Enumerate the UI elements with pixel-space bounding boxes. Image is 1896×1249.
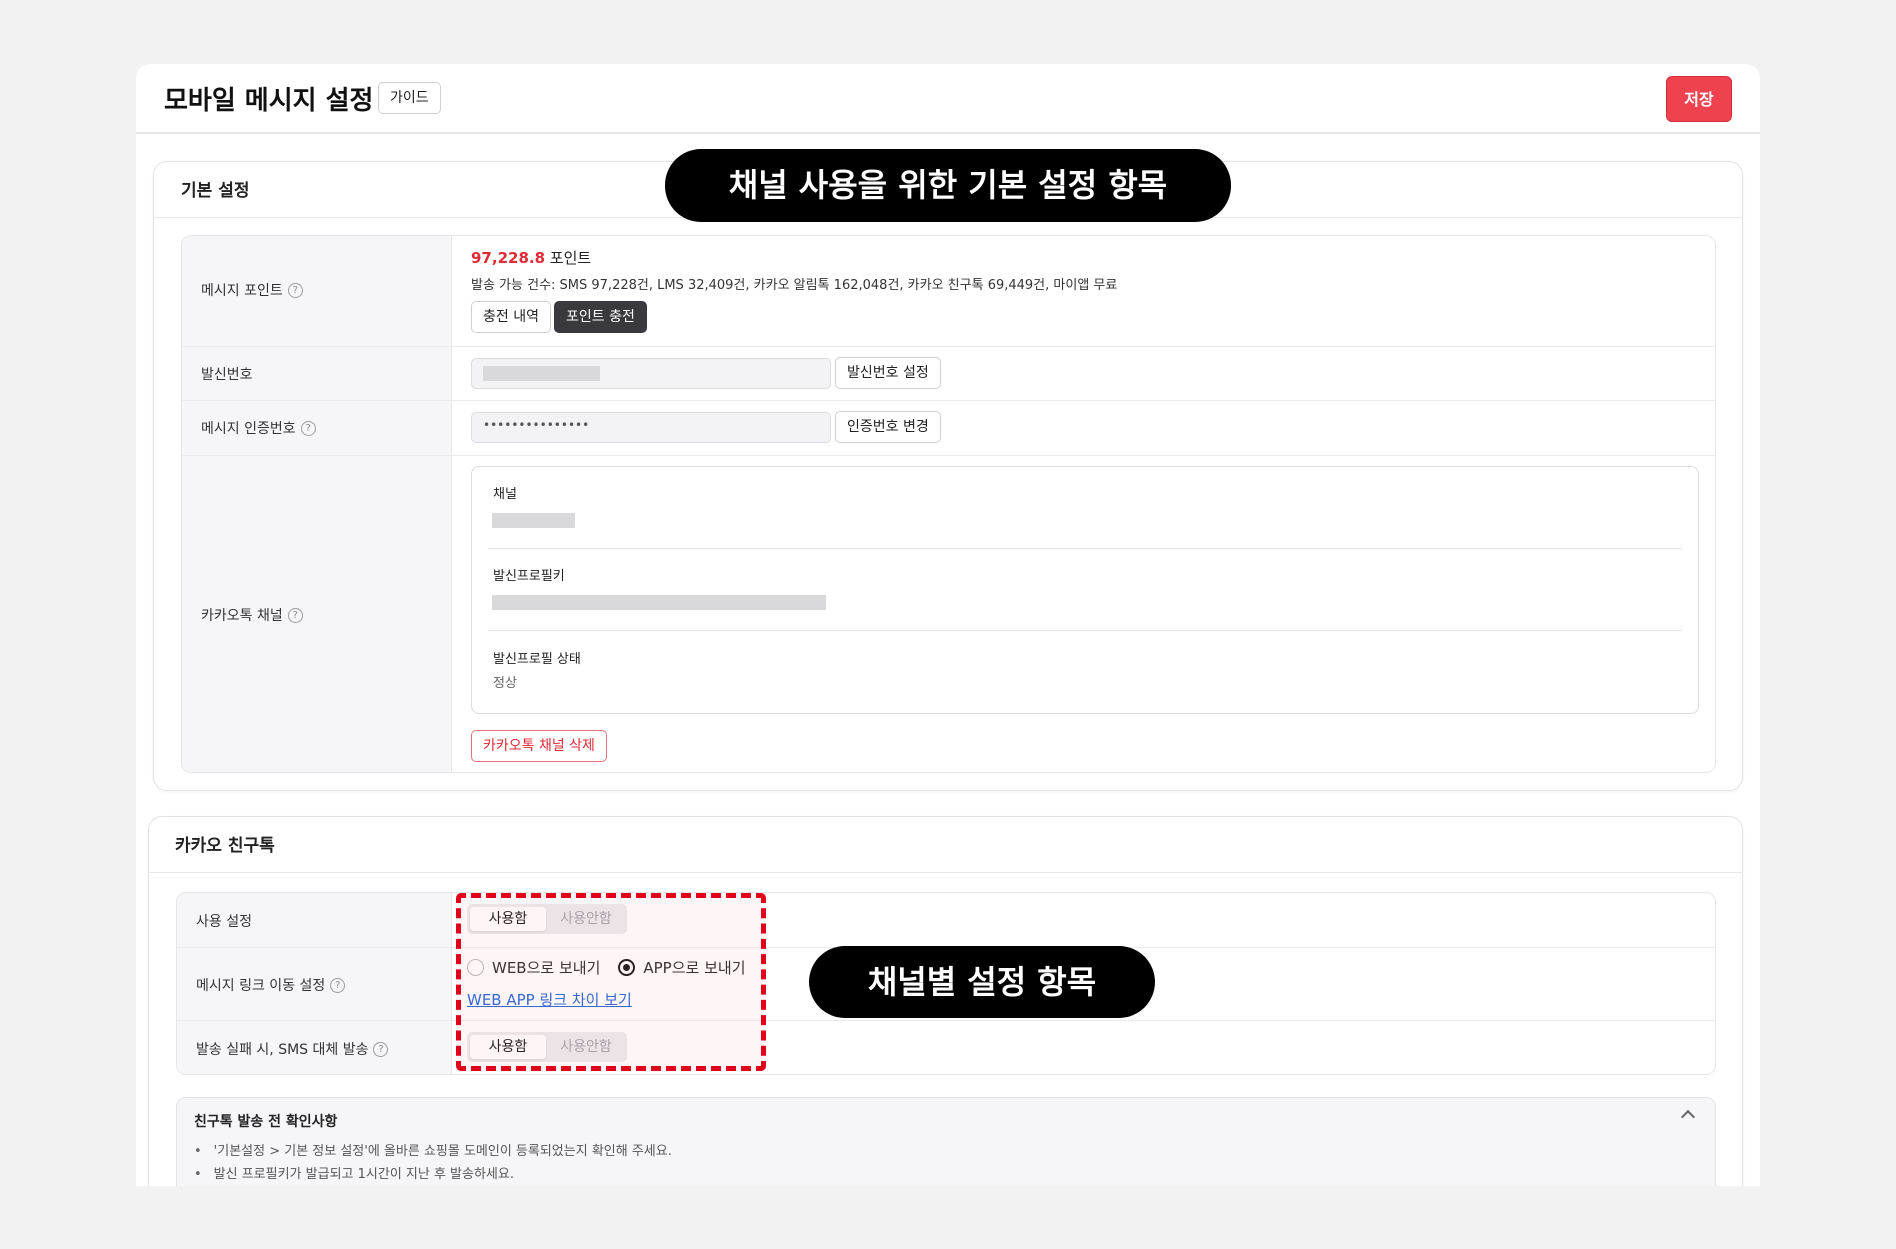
kakao-channel-info: 채널 발신프로필키 발신프로필 상태 정상 — [471, 466, 1699, 714]
label-column — [182, 236, 452, 772]
card-divider — [149, 872, 1742, 873]
notice-item: '기본설정 > 기본 정보 설정'에 올바른 쇼핑몰 도메인이 등록되었는지 확… — [194, 1140, 672, 1163]
channel-label: 채널 — [493, 487, 517, 502]
help-icon[interactable]: ? — [373, 1041, 389, 1057]
points-unit: 포인트 — [545, 249, 592, 267]
channel-masked-value — [492, 513, 575, 528]
guide-button[interactable]: 가이드 — [378, 82, 441, 114]
auth-value: ••••••••••••••• — [483, 418, 590, 432]
row-divider — [182, 400, 1715, 401]
auth-number-input[interactable]: ••••••••••••••• — [471, 412, 831, 443]
masked-value — [483, 366, 600, 381]
friendtalk-title: 카카오 친구톡 — [175, 836, 275, 856]
profile-key-label: 발신프로필키 — [493, 569, 565, 584]
basic-settings-title: 기본 설정 — [181, 181, 250, 201]
friendtalk-notice: 친구톡 발송 전 확인사항 '기본설정 > 기본 정보 설정'에 올바른 쇼핑몰… — [176, 1097, 1716, 1186]
usage-row-label: 사용 설정 — [196, 911, 252, 931]
points-number: 97,228.8 — [471, 249, 546, 267]
row-divider — [177, 1020, 1715, 1021]
auth-change-button[interactable]: 인증번호 변경 — [835, 411, 941, 443]
link-row-label: 메시지 링크 이동 설정 ? — [196, 975, 346, 995]
sender-number-input[interactable] — [471, 358, 831, 389]
charge-points-button[interactable]: 포인트 충전 — [554, 301, 647, 333]
save-button[interactable]: 저장 — [1666, 76, 1732, 122]
notice-list: '기본설정 > 기본 정보 설정'에 올바른 쇼핑몰 도메인이 등록되었는지 확… — [194, 1140, 672, 1186]
row-divider — [182, 455, 1715, 456]
points-balance: 97,228.8 포인트 — [471, 247, 591, 268]
charge-history-button[interactable]: 충전 내역 — [471, 301, 551, 333]
row-divider — [182, 346, 1715, 347]
points-detail: 발송 가능 건수: SMS 97,228건, LMS 32,409건, 카카오 … — [471, 278, 1118, 293]
basic-settings-callout: 채널 사용을 위한 기본 설정 항목 — [665, 149, 1231, 222]
points-label: 메시지 포인트 — [201, 283, 283, 299]
sms-fallback-label: 발송 실패 시, SMS 대체 발송 — [196, 1042, 369, 1058]
basic-settings-card: 기본 설정 메시지 포인트 ? 97,228.8 포인트 발송 가능 건수: S… — [153, 161, 1743, 791]
help-icon[interactable]: ? — [330, 977, 346, 993]
page-header: 모바일 메시지 설정 가이드 저장 — [136, 64, 1760, 134]
notice-item: 발신 프로필키가 발급되고 1시간이 지난 후 발송하세요. — [194, 1163, 672, 1186]
sender-setting-button[interactable]: 발신번호 설정 — [835, 357, 941, 389]
auth-label: 메시지 인증번호 — [201, 421, 296, 437]
channel-settings-callout: 채널별 설정 항목 — [809, 946, 1155, 1018]
basic-settings-table: 메시지 포인트 ? 97,228.8 포인트 발송 가능 건수: SMS 97,… — [181, 235, 1716, 773]
sms-fallback-row-label: 발송 실패 시, SMS 대체 발송 ? — [196, 1039, 389, 1059]
profile-status-label: 발신프로필 상태 — [493, 652, 581, 667]
kakao-channel-label: 카카오톡 채널 — [201, 608, 283, 624]
auth-row-label: 메시지 인증번호 ? — [201, 418, 316, 438]
points-row-label: 메시지 포인트 ? — [201, 280, 303, 300]
notice-title: 친구톡 발송 전 확인사항 — [194, 1114, 338, 1130]
kakao-channel-row-label: 카카오톡 채널 ? — [201, 605, 303, 625]
divider — [488, 630, 1682, 631]
sender-row-label: 발신번호 — [201, 364, 253, 384]
page-title: 모바일 메시지 설정 — [164, 86, 374, 116]
usage-label: 사용 설정 — [196, 914, 252, 930]
help-icon[interactable]: ? — [287, 607, 303, 623]
kakao-channel-delete-button[interactable]: 카카오톡 채널 삭제 — [471, 730, 607, 762]
chevron-up-icon[interactable] — [1680, 1109, 1696, 1125]
link-label: 메시지 링크 이동 설정 — [196, 978, 326, 994]
channel-settings-highlight — [456, 893, 766, 1071]
profile-key-masked-value — [492, 595, 826, 610]
help-icon[interactable]: ? — [287, 282, 303, 298]
sender-label: 발신번호 — [201, 367, 253, 383]
divider — [488, 548, 1682, 549]
profile-status-value: 정상 — [493, 676, 517, 691]
help-icon[interactable]: ? — [300, 420, 316, 436]
